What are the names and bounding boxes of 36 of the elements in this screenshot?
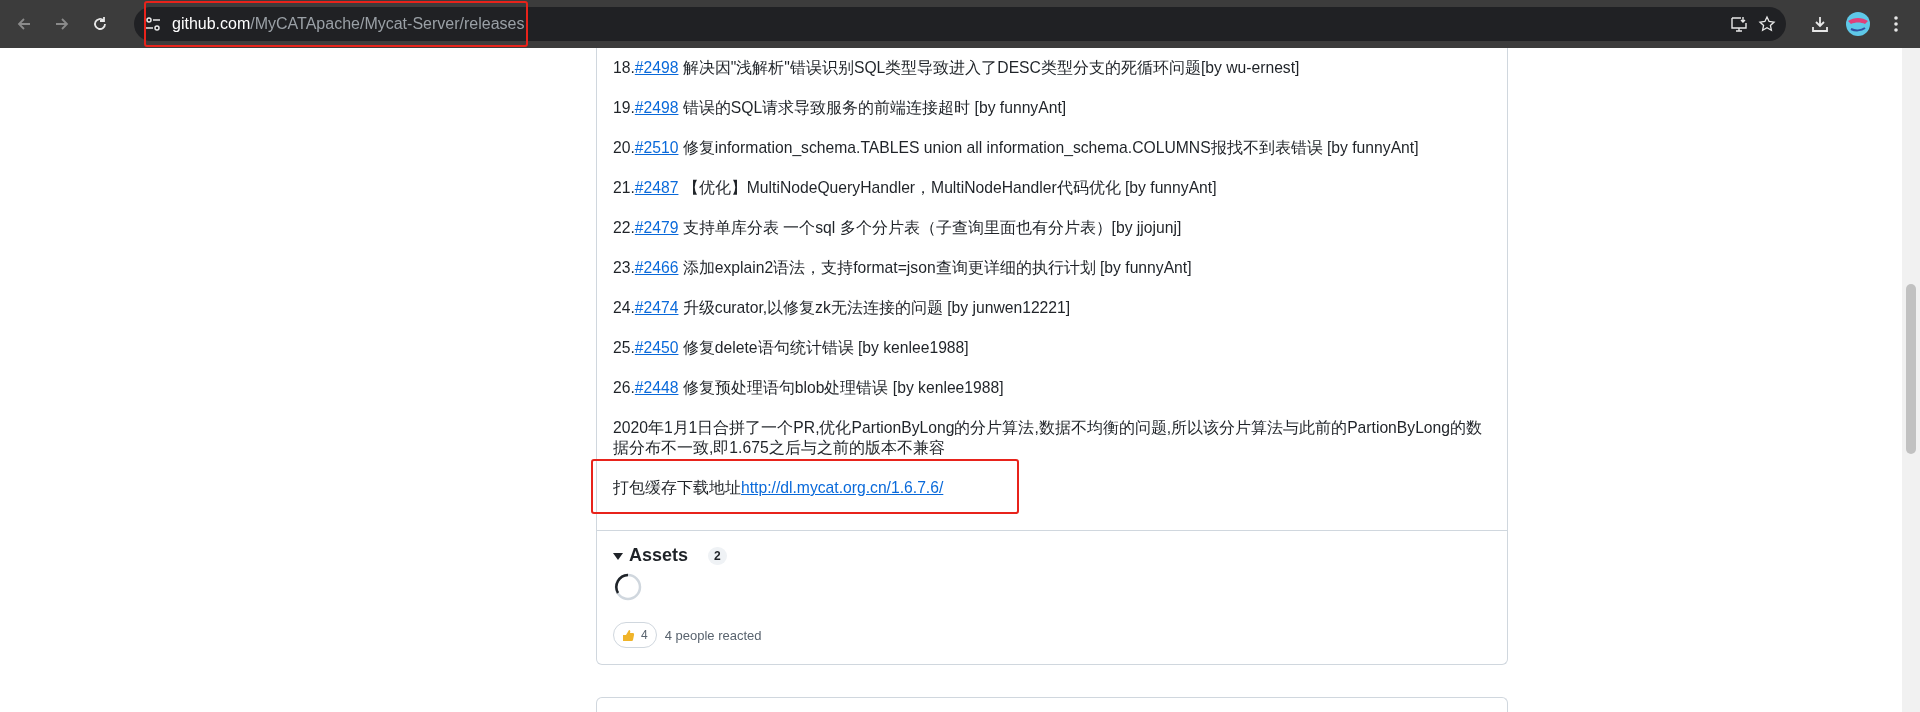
assets-count: 2 [708,546,727,565]
change-item: 24.#2474 升级curator,以修复zk无法连接的问题 [by junwen12221] [613,298,1071,318]
site-settings-icon[interactable] [144,15,162,33]
avatar-icon [1845,11,1871,37]
issue-link[interactable]: #2498 [634,59,679,76]
reactions-summary: 4 people reacted [664,627,762,643]
loading-spinner-icon [613,572,643,602]
thumbs-up-icon [622,628,635,642]
address-bar[interactable]: github.com/MyCATApache/Mycat-Server/releases [134,7,1786,41]
reaction-button[interactable]: 4 [613,622,657,648]
issue-link[interactable]: #2448 [634,379,679,396]
note-paragraph: 2020年1月1日合拼了一个PR,优化PartionByLong的分片算法,数据不均衡的问题,所以该分片算法与此前的PartionByLong的数据分布不一致,即1.675之后与之前的版本不兼容 [613,418,1484,458]
bookmark-star-icon[interactable] [1758,15,1776,33]
download-link[interactable]: http://dl.mycat.org.cn/1.6.7.6/ [741,479,944,496]
issue-link[interactable]: #2487 [634,179,679,196]
install-app-icon[interactable] [1730,15,1748,33]
change-item: 21.#2487 【优化】MultiNodeQueryHandler，MultiNodeHandler代码优化 [by funnyAnt] [613,178,1217,198]
download-line: 打包缓存下载地址http://dl.mycat.org.cn/1.6.7.6/ [613,478,944,498]
issue-link[interactable]: #2479 [634,219,679,236]
change-item: 20.#2510 修复information_schema.TABLES union all information_schema.COLUMNS报找不到表错误 [by funnyAnt] [613,138,1419,158]
menu-icon [1893,15,1899,33]
download-icon [1811,15,1829,33]
url-text: github.com/MyCATApache/Mycat-Server/releases [172,15,525,33]
issue-link[interactable]: #2498 [634,99,679,116]
reload-icon [91,15,109,33]
assets-toggle[interactable]: Assets 2 [613,545,1491,566]
change-item: 25.#2450 修复delete语句统计错误 [by kenlee1988] [613,338,969,358]
change-item: 18.#2498 解决因"浅解析"错误识别SQL类型导致进入了DESC类型分支的死循环问题[by wu-ernest] [613,58,1300,78]
change-item: 26.#2448 修复预处理语句blob处理错误 [by kenlee1988] [613,378,1004,398]
issue-link[interactable]: #2474 [634,299,679,316]
change-item: 23.#2466 添加explain2语法，支持format=json查询更详细的执行计划 [by funnyAnt] [613,258,1192,278]
issue-link[interactable]: #2466 [634,259,679,276]
issue-link[interactable]: #2450 [634,339,679,356]
issue-link[interactable]: #2510 [634,139,679,156]
change-item: 22.#2479 支持单库分表 一个sql 多个分片表（子查询里面也有分片表）[by jjojunj] [613,218,1182,238]
change-item: 19.#2498 错误的SQL请求导致服务的前端连接超时 [by funnyAnt] [613,98,1067,118]
